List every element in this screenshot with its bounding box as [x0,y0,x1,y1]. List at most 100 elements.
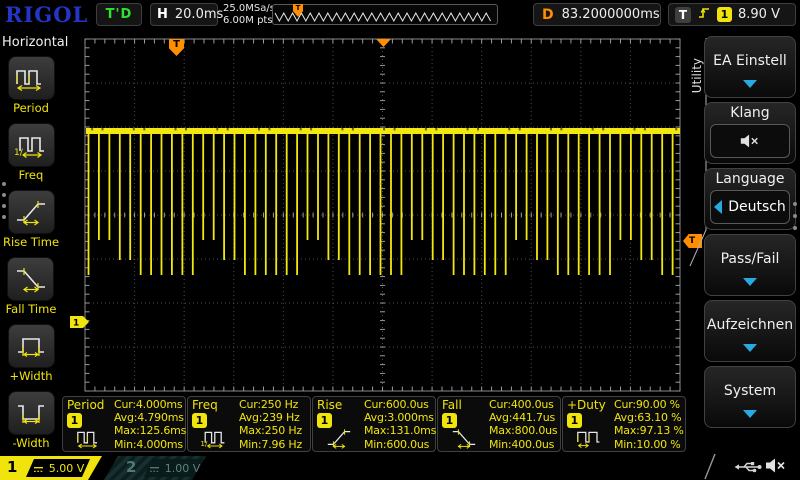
measurement-values: Cur:400.0usAvg:441.7usMax:800.0usMin:400… [489,398,561,451]
dc-coupling-icon [32,459,45,478]
left-menu-item-rise-time[interactable]: Rise Time [3,190,59,249]
menu-button-label: Language [705,171,795,187]
svg-text:1: 1 [73,319,79,329]
measurement-panel-fall[interactable]: Fall1Cur:400.0usAvg:441.7usMax:800.0usMi… [437,396,561,452]
measurement-name: Fall [442,398,462,412]
delay-box[interactable]: D 83.2000000ms [533,3,661,26]
meas-max: Max:800.0us [489,424,561,437]
meas-min: Min:7.96 Hz [239,438,311,451]
delay-value: 83.2000000ms [562,7,660,22]
left-menu-item-fall-time[interactable]: Fall Time [6,257,57,316]
measurement-panel-period[interactable]: Period1Cur:4.000msAvg:4.790msMax:125.6ms… [62,396,186,452]
chevron-down-icon [743,344,757,352]
timebase-value: 20.0ms [175,7,223,22]
speaker-muted-icon [739,133,761,149]
right-menu: EA Einstell Klang Language Deutsch Pass/Fail… [704,36,796,428]
channel-1-scale: 5.00 V [49,462,85,475]
menu-button-ea-einstell[interactable]: EA Einstell [704,36,796,98]
measurement-values: Cur:4.000msAvg:4.790msMax:125.6msMin:4.0… [114,398,186,451]
meas-min: Min:10.00 % [614,438,686,451]
chevron-down-icon [743,410,757,418]
meas-cur: Cur:250 Hz [239,398,311,411]
menu-page-dots-left [2,182,6,219]
preview-wave [273,5,497,24]
left-menu-item-freq[interactable]: 1/Freq [8,123,55,182]
menu-button-system[interactable]: System [704,366,796,428]
measurement-panel-rise[interactable]: Rise1Cur:600.0usAvg:3.000msMax:131.0msMi… [312,396,436,452]
meas-avg: Avg:441.7us [489,411,561,424]
rise-time-icon [317,426,361,450]
menu-button-panel: Deutsch [710,190,790,224]
sample-rate: 25.0MSa/s [223,3,275,15]
measurement-panel-duty[interactable]: +Duty1Cur:90.00 %Avg:63.10 %Max:97.13 %M… [562,396,686,452]
left-menu-item-width[interactable]: +Width [8,324,55,383]
menu-button-language[interactable]: Language Deutsch [704,168,796,230]
minus-width-icon [8,391,55,435]
waveform-preview[interactable] [272,4,498,25]
left-menu-item-label: Freq [19,168,44,182]
menu-button-pass-fail[interactable]: Pass/Fail [704,234,796,296]
delay-label: D [542,7,554,23]
trigger-status-badge: T'D [96,3,142,26]
meas-avg: Avg:3.000ms [364,411,436,424]
dot [2,193,6,197]
measurement-name: +Duty [567,398,606,412]
dot [793,202,797,206]
chevron-down-icon [743,80,757,88]
meas-max: Max:131.0ms [364,424,436,437]
channel-2-indicator[interactable]: 2 1.00 V [104,456,212,480]
menu-button-panel [710,124,790,158]
meas-min: Min:4.000ms [114,438,186,451]
meas-cur: Cur:600.0us [364,398,436,411]
channel-1-indicator[interactable]: 1 5.00 V [0,456,110,480]
menu-page-dots-right [793,202,797,230]
dot [2,182,6,186]
timebase-box[interactable]: H 20.0ms [150,3,218,26]
meas-max: Max:125.6ms [114,424,186,437]
menu-button-label: Klang [705,105,795,121]
trigger-status-text: T'D [106,7,133,22]
svg-text:1/: 1/ [14,148,24,158]
meas-avg: Avg:63.10 % [614,411,686,424]
trigger-level-value: 8.90 V [738,7,780,22]
chevron-left-icon [714,200,722,214]
channel-2-scale: 1.00 V [165,462,201,475]
left-menu-item-label: -Width [12,436,49,450]
menu-button-klang[interactable]: Klang [704,102,796,164]
acquisition-info: 25.0MSa/s 6.00M pts [223,3,275,27]
measurement-values: Cur:250 HzAvg:239 HzMax:250 HzMin:7.96 H… [239,398,311,451]
menu-button-label: Aufzeichnen [705,317,795,333]
trigger-label: T [675,7,691,23]
memory-depth: 6.00M pts [223,15,275,27]
meas-min: Min:400.0us [489,438,561,451]
channel-2-number: 2 [126,458,136,476]
meas-cur: Cur:400.0us [489,398,561,411]
svg-text:1/: 1/ [200,439,208,448]
divider-slash [702,452,718,480]
duty-icon [567,426,611,450]
rising-edge-icon [697,4,711,26]
left-menu: Period 1/Freq Rise Time Fall Time +Width -Wid… [0,56,62,458]
menu-button-label: EA Einstell [705,53,795,69]
meas-avg: Avg:239 Hz [239,411,311,424]
measurement-name: Freq [192,398,218,412]
meas-min: Min:600.0us [364,438,436,451]
left-menu-item-width[interactable]: -Width [8,391,55,450]
left-menu-item-label: Fall Time [6,302,57,316]
measurement-panel-freq[interactable]: Freq11/Cur:250 HzAvg:239 HzMax:250 HzMin… [187,396,311,452]
dot [793,226,797,230]
left-menu-item-period[interactable]: Period [8,56,55,115]
dot [2,204,6,208]
measurement-name: Period [67,398,104,412]
fall-time-icon [442,426,486,450]
measurement-bar: Period1Cur:4.000msAvg:4.790msMax:125.6ms… [62,396,691,454]
rise-time-icon [8,190,55,234]
waveform-display[interactable]: 1 [62,30,690,396]
dc-coupling-icon [148,459,161,478]
trigger-box[interactable]: T 1 8.90 V [668,3,796,26]
freq-icon: 1/ [192,426,236,450]
meas-cur: Cur:90.00 % [614,398,686,411]
trigger-source-badge: 1 [717,7,732,22]
speaker-muted-icon [764,457,788,474]
menu-button-aufzeichnen[interactable]: Aufzeichnen [704,300,796,362]
